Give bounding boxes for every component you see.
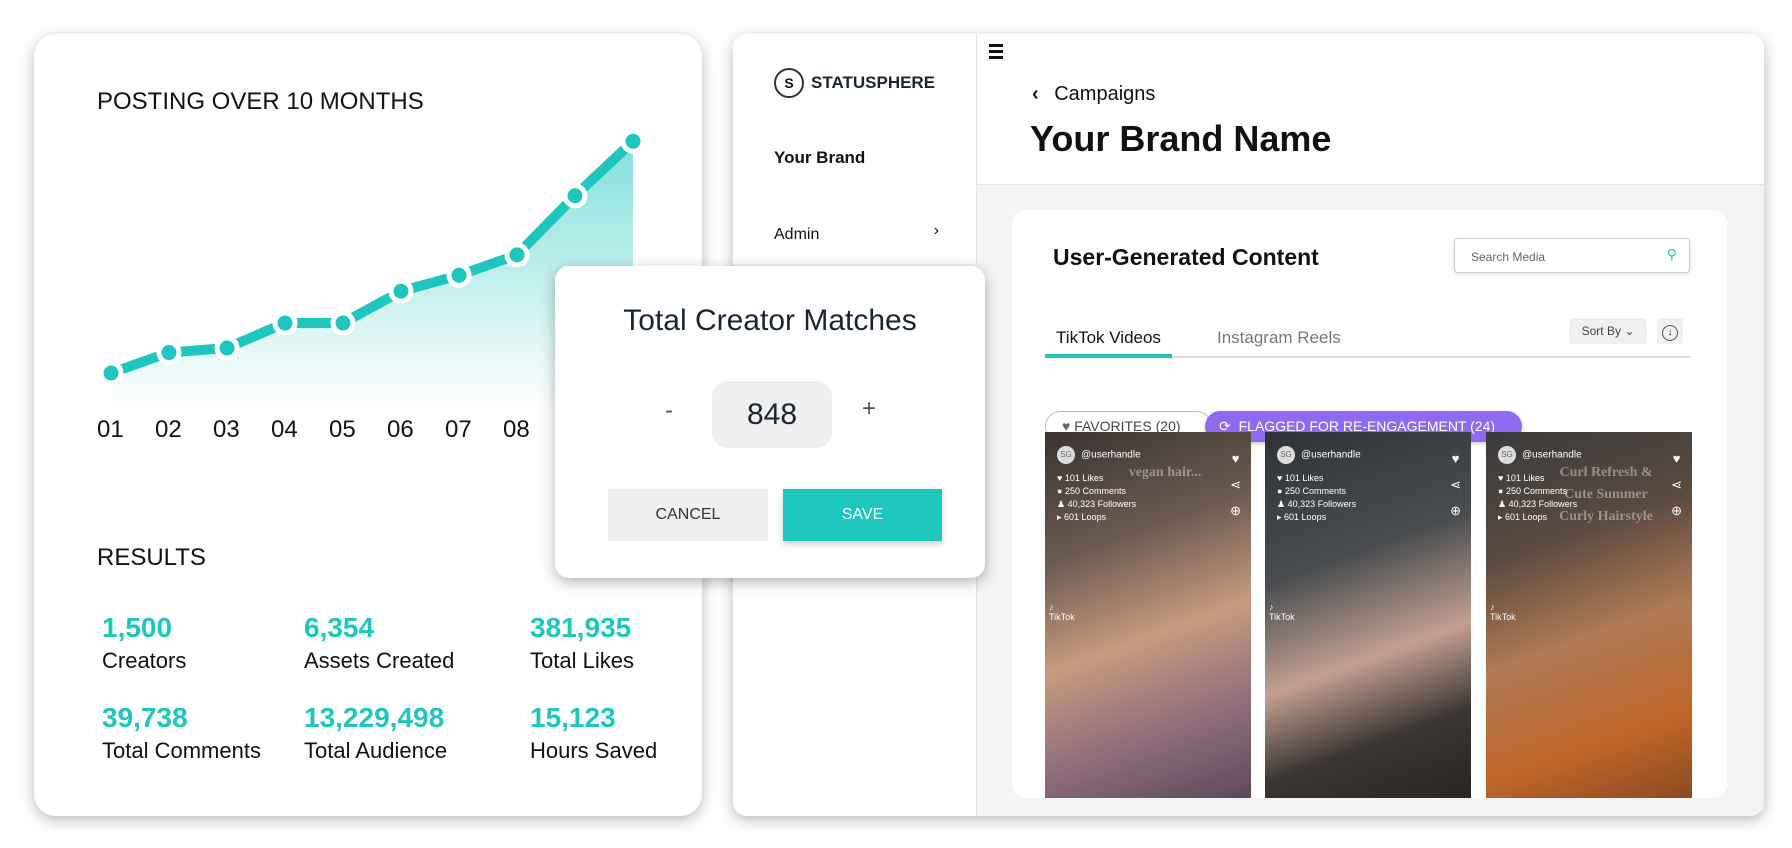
loops-count: ▸ 601 Loops bbox=[1057, 512, 1107, 522]
chevron-right-icon: › bbox=[933, 222, 939, 239]
chart-point bbox=[562, 183, 588, 209]
x-tick-label: 05 bbox=[329, 416, 356, 443]
chart-point bbox=[330, 310, 356, 336]
tiktok-watermark: ♪ TikTok bbox=[1490, 602, 1516, 622]
x-tick-label: 03 bbox=[213, 416, 240, 443]
stat-value: 39,738 bbox=[102, 702, 188, 733]
back-link[interactable]: ‹ Campaigns bbox=[1032, 83, 1155, 106]
creator-matches-modal: Total Creator Matches - 848 + CANCEL SAV… bbox=[555, 266, 985, 578]
increment-button[interactable]: + bbox=[862, 395, 876, 423]
media-card[interactable]: SG @userhandle ♥ 101 Likes ● 250 Comments… bbox=[1265, 432, 1471, 798]
chevron-down-icon: ⌄ bbox=[1624, 324, 1635, 338]
x-tick-label: 06 bbox=[387, 416, 414, 443]
followers-count: ♟ 40,323 Followers bbox=[1057, 499, 1137, 509]
x-tick-label: 04 bbox=[271, 416, 298, 443]
heart-icon[interactable]: ♥ bbox=[1671, 446, 1682, 472]
sidebar-item-admin[interactable]: Admin › bbox=[774, 222, 939, 244]
media-card[interactable]: SG @userhandle ♥ 101 Likes ● 250 Comments… bbox=[1486, 432, 1692, 798]
x-tick-label: 08 bbox=[503, 416, 530, 443]
stat-value: 6,354 bbox=[304, 612, 375, 643]
stat-label: Creators bbox=[102, 648, 187, 673]
logo-text: STATUSPHERE bbox=[811, 73, 936, 92]
save-button[interactable]: SAVE bbox=[783, 489, 942, 541]
heart-icon[interactable]: ♥ bbox=[1450, 446, 1461, 472]
x-tick-label: 02 bbox=[155, 416, 182, 443]
followers-count: ♟ 40,323 Followers bbox=[1277, 499, 1357, 509]
user-handle[interactable]: @userhandle bbox=[1522, 450, 1582, 461]
comments-count: ● 250 Comments bbox=[1277, 486, 1346, 496]
logo-icon: S bbox=[774, 68, 804, 98]
x-tick-label: 01 bbox=[97, 416, 124, 443]
stat-value: 1,500 bbox=[102, 612, 173, 643]
comments-count: ● 250 Comments bbox=[1057, 486, 1126, 496]
hamburger-icon[interactable] bbox=[989, 44, 1003, 59]
download-icon[interactable]: ⊕ bbox=[1671, 498, 1682, 524]
download-icon[interactable]: ⊕ bbox=[1230, 498, 1241, 524]
video-caption: vegan hair... bbox=[1128, 465, 1202, 480]
tab-tiktok-videos[interactable]: TikTok Videos bbox=[1045, 320, 1172, 358]
share-icon[interactable]: ⋖ bbox=[1450, 472, 1461, 498]
download-icon[interactable]: ⊕ bbox=[1450, 498, 1461, 524]
loops-count: ▸ 601 Loops bbox=[1277, 512, 1327, 522]
x-tick-label: 07 bbox=[445, 416, 472, 443]
cancel-button[interactable]: CANCEL bbox=[608, 489, 768, 541]
chart-point bbox=[272, 310, 298, 336]
page-title: Your Brand Name bbox=[1030, 118, 1332, 159]
user-handle[interactable]: @userhandle bbox=[1301, 450, 1361, 461]
share-icon[interactable]: ⋖ bbox=[1230, 472, 1241, 498]
chart-point bbox=[98, 360, 124, 386]
download-button[interactable]: ↓ bbox=[1657, 318, 1683, 344]
stat-label: Hours Saved bbox=[530, 738, 658, 763]
quantity-value[interactable]: 848 bbox=[712, 381, 832, 448]
likes-count: ♥ 101 Likes bbox=[1277, 473, 1324, 483]
avatar: SG bbox=[1057, 446, 1075, 464]
stat-label: Total Comments bbox=[102, 738, 261, 763]
chart-point bbox=[156, 340, 182, 366]
chart-point bbox=[446, 262, 472, 288]
chart-point bbox=[620, 128, 646, 154]
video-caption: Curl Refresh & Cute Summer Curly Hairsty… bbox=[1559, 465, 1653, 524]
header: ‹ Campaigns Your Brand Name bbox=[977, 34, 1764, 185]
stat-value: 15,123 bbox=[530, 702, 616, 733]
tab-instagram-reels[interactable]: Instagram Reels bbox=[1217, 328, 1341, 348]
user-handle[interactable]: @userhandle bbox=[1081, 450, 1141, 461]
stat-value: 381,935 bbox=[530, 612, 632, 643]
tiktok-watermark: ♪ TikTok bbox=[1049, 602, 1075, 622]
download-icon: ↓ bbox=[1662, 325, 1678, 341]
chart-point bbox=[388, 278, 414, 304]
media-card[interactable]: SG @userhandle ♥ 101 Likes ● 250 Comments… bbox=[1045, 432, 1251, 798]
search-media-input[interactable]: Search Media ⚲ bbox=[1454, 238, 1690, 273]
avatar: SG bbox=[1498, 446, 1516, 464]
heart-icon[interactable]: ♥ bbox=[1230, 446, 1241, 472]
tiktok-watermark: ♪ TikTok bbox=[1269, 602, 1295, 622]
chart-point bbox=[214, 335, 240, 361]
decrement-button[interactable]: - bbox=[665, 397, 673, 425]
stat-value: 13,229,498 bbox=[304, 702, 445, 733]
brand-name[interactable]: Your Brand bbox=[774, 148, 865, 168]
stat-label: Assets Created bbox=[304, 648, 455, 673]
chevron-left-icon: ‹ bbox=[1032, 83, 1039, 105]
share-icon[interactable]: ⋖ bbox=[1671, 472, 1682, 498]
search-icon: ⚲ bbox=[1666, 246, 1677, 262]
chart-point bbox=[504, 242, 530, 268]
stat-label: Total Audience bbox=[304, 738, 448, 763]
stat-label: Total Likes bbox=[530, 648, 634, 673]
sidebar-item-label: Admin bbox=[774, 226, 820, 243]
logo[interactable]: S STATUSPHERE bbox=[774, 68, 935, 98]
results-title: RESULTS bbox=[97, 544, 206, 571]
avatar: SG bbox=[1277, 446, 1295, 464]
sort-by-button[interactable]: Sort By ⌄ bbox=[1569, 318, 1647, 344]
modal-title: Total Creator Matches bbox=[623, 304, 917, 337]
ugc-title: User-Generated Content bbox=[1053, 244, 1319, 270]
